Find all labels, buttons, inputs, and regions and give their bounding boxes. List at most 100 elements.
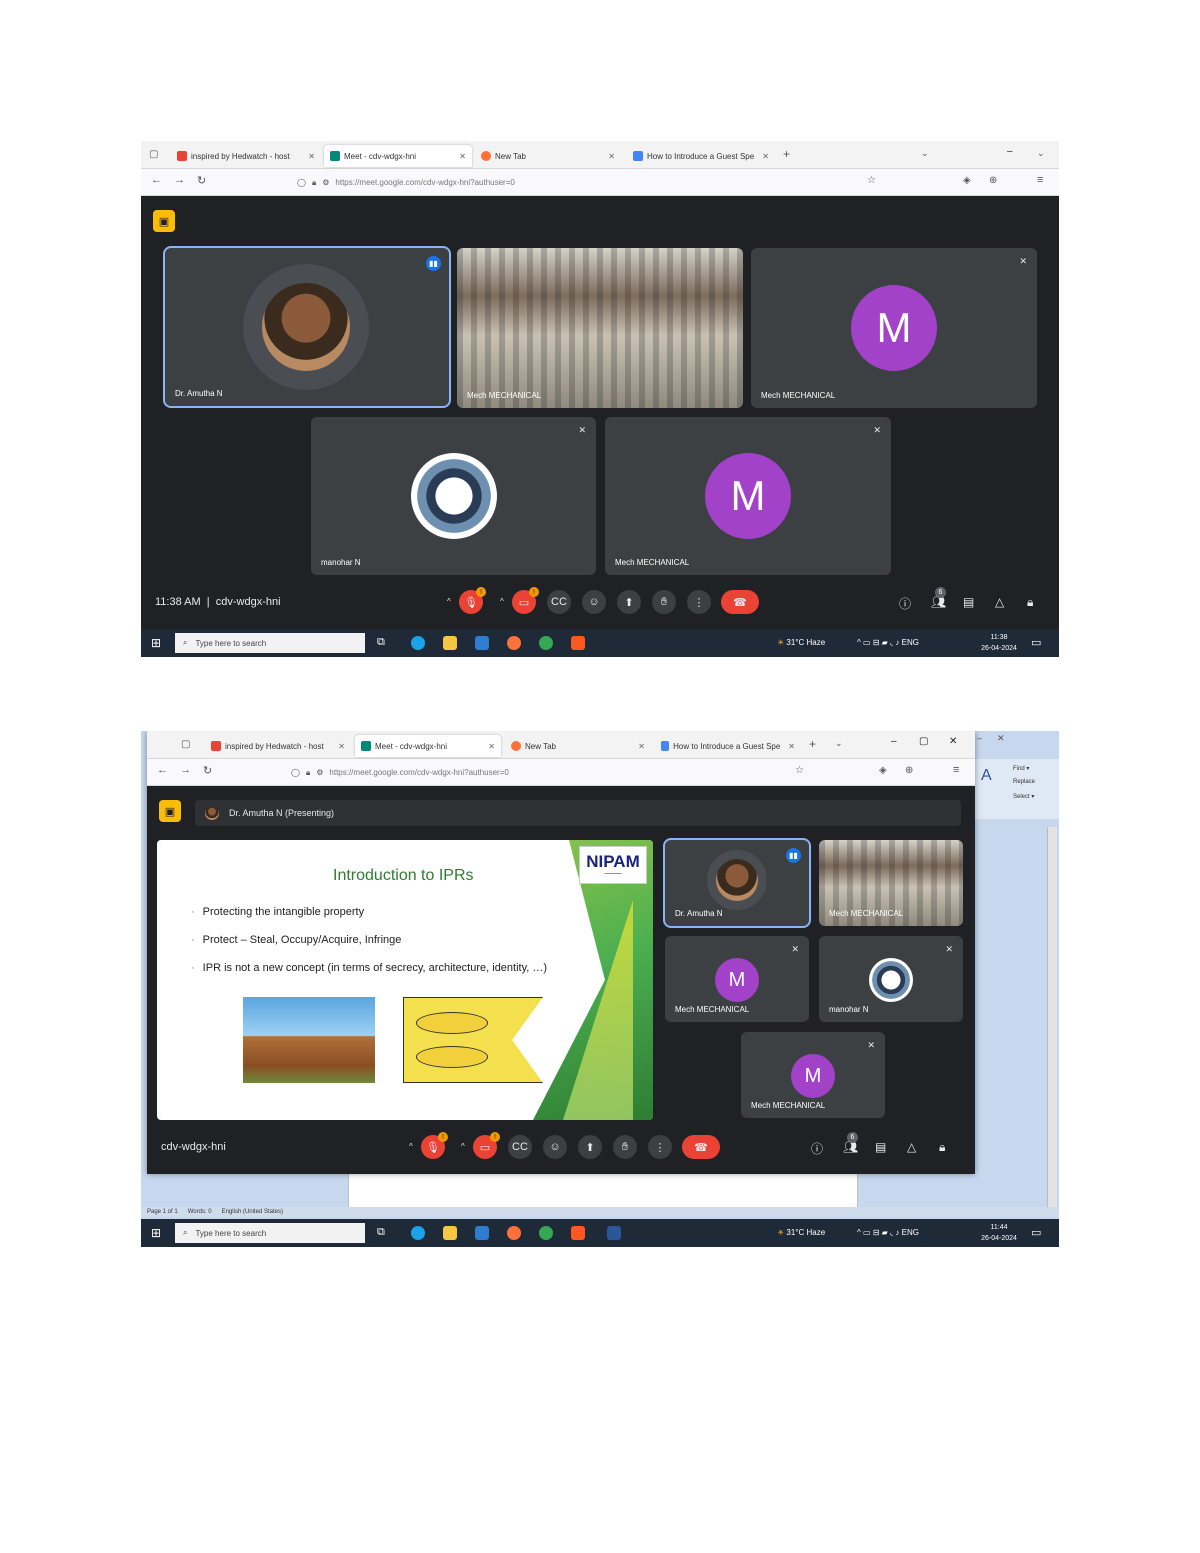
tab-meet[interactable]: Meet - cdv-wdgx-hni ✕ [324, 145, 472, 167]
chat-icon[interactable]: ▤ [875, 1140, 886, 1154]
weather[interactable]: ☀ 31°C Haze [777, 1228, 825, 1237]
task-view-icon[interactable]: ⧉ [377, 1226, 385, 1239]
select-icon[interactable]: Select ▾ [1013, 793, 1034, 800]
bookmark-icon[interactable]: ☆ [795, 765, 804, 776]
maximize-icon[interactable]: ▢ [919, 736, 928, 747]
chevron-down-icon[interactable]: ⌄ [921, 148, 929, 159]
chevron-up-icon[interactable]: ^ [500, 597, 504, 606]
raise-hand-button[interactable]: ✋︎ [652, 590, 676, 614]
participant-tile[interactable]: Mech MECHANICAL [457, 248, 743, 408]
close-icon[interactable]: ✕ [480, 742, 495, 751]
more-options-button[interactable]: ⋮ [687, 590, 711, 614]
captions-button[interactable]: CC [547, 590, 571, 614]
url-field[interactable]: ◯ 🔒︎ ⚙ https://meet.google.com/cdv-wdgx-… [297, 174, 857, 191]
back-icon[interactable]: ← [157, 764, 168, 777]
tab-new[interactable]: New Tab ✕ [505, 735, 651, 757]
weather[interactable]: ☀ 31°C Haze [777, 638, 825, 647]
font-style-icon[interactable]: A [981, 767, 992, 785]
captions-button[interactable]: CC [508, 1135, 532, 1159]
new-tab-icon[interactable]: + [809, 737, 816, 751]
activities-icon[interactable]: △ [907, 1140, 916, 1154]
tab-meet[interactable]: Meet - cdv-wdgx-hni ✕ [355, 735, 501, 757]
task-view-icon[interactable]: ⧉ [377, 636, 385, 649]
tab-guest-speaker[interactable]: How to Introduce a Guest Spe ✕ [627, 145, 775, 167]
host-controls-icon[interactable]: 🔒︎ [1027, 595, 1033, 610]
clock[interactable]: 11:38 26-04-2024 [979, 632, 1019, 654]
menu-icon[interactable]: ≡ [953, 764, 959, 776]
tab-overview-icon[interactable]: ▢ [181, 739, 190, 750]
forward-icon[interactable]: → [180, 764, 191, 777]
menu-icon[interactable]: ≡ [1037, 174, 1043, 186]
chat-icon[interactable]: ▤ [963, 595, 974, 609]
activities-icon[interactable]: △ [995, 595, 1004, 609]
windows-start-icon[interactable]: ⊞ [151, 1226, 161, 1240]
minimize-icon[interactable]: – [1007, 146, 1013, 157]
present-button[interactable]: ⬆ [617, 590, 641, 614]
forward-icon[interactable]: → [174, 174, 185, 187]
chrome-icon[interactable] [539, 636, 553, 650]
close-icon[interactable]: ✕ [997, 733, 1005, 743]
word-scrollbar[interactable] [1047, 827, 1057, 1207]
participant-tile[interactable]: M ✕ Mech MECHANICAL [741, 1032, 885, 1118]
reload-icon[interactable]: ↻ [197, 174, 206, 187]
chrome-icon[interactable] [539, 1226, 553, 1240]
new-tab-icon[interactable]: + [783, 147, 790, 161]
raise-hand-button[interactable]: ✋︎ [613, 1135, 637, 1159]
camera-button[interactable]: ▭! [512, 587, 539, 614]
url-field[interactable]: ◯ 🔒︎ ⚙ https://meet.google.com/cdv-wdgx-… [291, 764, 791, 781]
participant-tile[interactable]: Mech MECHANICAL [819, 840, 963, 926]
info-icon[interactable]: ⓘ [899, 595, 911, 612]
word-icon[interactable] [607, 1226, 621, 1240]
tab-new[interactable]: New Tab ✕ [475, 145, 621, 167]
close-icon[interactable]: ✕ [780, 742, 795, 751]
pocket-icon[interactable]: ◈ [879, 765, 887, 776]
notifications-icon[interactable]: ▭ [1031, 1226, 1041, 1239]
mic-button[interactable]: 🎙︎! [459, 587, 486, 614]
close-icon[interactable]: ✕ [949, 736, 957, 747]
close-icon[interactable]: ✕ [330, 742, 345, 751]
find-icon[interactable]: Find ▾ [1013, 765, 1029, 772]
edge-icon[interactable] [411, 636, 425, 650]
taskbar-search[interactable]: ⌕ Type here to search [175, 1223, 365, 1243]
mail-icon[interactable] [475, 1226, 489, 1240]
chevron-down-icon[interactable]: ⌄ [835, 738, 843, 749]
chevron-up-icon[interactable]: ^ [447, 597, 451, 606]
participant-tile[interactable]: M ✕ Mech MECHANICAL [605, 417, 891, 575]
extensions-icon[interactable]: ⊕ [905, 765, 913, 776]
more-options-button[interactable]: ⋮ [648, 1135, 672, 1159]
meeting-info-badge-icon[interactable]: ▣ [153, 210, 175, 232]
bookmark-icon[interactable]: ☆ [867, 175, 876, 186]
people-icon[interactable]: 👥︎ 6 [843, 1132, 858, 1154]
host-controls-icon[interactable]: 🔒︎ [939, 1140, 945, 1155]
participant-tile[interactable]: ✕ manohar N [819, 936, 963, 1022]
file-explorer-icon[interactable] [443, 636, 457, 650]
edge-icon[interactable] [411, 1226, 425, 1240]
minimize-icon[interactable]: – [891, 736, 897, 747]
chevron-up-icon[interactable]: ^ [409, 1142, 413, 1151]
taskbar-search[interactable]: ⌕ Type here to search [175, 633, 365, 653]
tab-guest-speaker[interactable]: How to Introduce a Guest Spe ✕ [655, 735, 801, 757]
participant-tile[interactable]: ✕ manohar N [311, 417, 596, 575]
back-icon[interactable]: ← [151, 174, 162, 187]
reload-icon[interactable]: ↻ [203, 764, 212, 777]
emoji-button[interactable]: ☺ [543, 1135, 567, 1159]
close-icon[interactable]: ✕ [451, 152, 466, 161]
participant-tile[interactable]: M ✕ Mech MECHANICAL [751, 248, 1037, 408]
replace-icon[interactable]: Replace [1013, 779, 1035, 785]
leave-call-button[interactable]: ☎︎ [721, 590, 759, 614]
windows-start-icon[interactable]: ⊞ [151, 636, 161, 650]
leave-call-button[interactable]: ☎︎ [682, 1135, 720, 1159]
participant-tile[interactable]: M ✕ Mech MECHANICAL [665, 936, 809, 1022]
notifications-icon[interactable]: ▭ [1031, 636, 1041, 649]
info-icon[interactable]: ⓘ [811, 1140, 823, 1157]
tab-overview-icon[interactable]: ▢ [149, 149, 158, 160]
camera-button[interactable]: ▭! [473, 1132, 500, 1159]
people-icon[interactable]: 👥︎ 6 [931, 587, 946, 609]
minimize-icon[interactable]: – [977, 733, 982, 743]
close-icon[interactable]: ✕ [630, 742, 645, 751]
extensions-icon[interactable]: ⊕ [989, 175, 997, 186]
tab-gmail[interactable]: inspired by Hedwatch - host ✕ [171, 145, 321, 167]
mail-icon[interactable] [475, 636, 489, 650]
tab-gmail[interactable]: inspired by Hedwatch - host ✕ [205, 735, 351, 757]
mic-button[interactable]: 🎙︎! [421, 1132, 448, 1159]
